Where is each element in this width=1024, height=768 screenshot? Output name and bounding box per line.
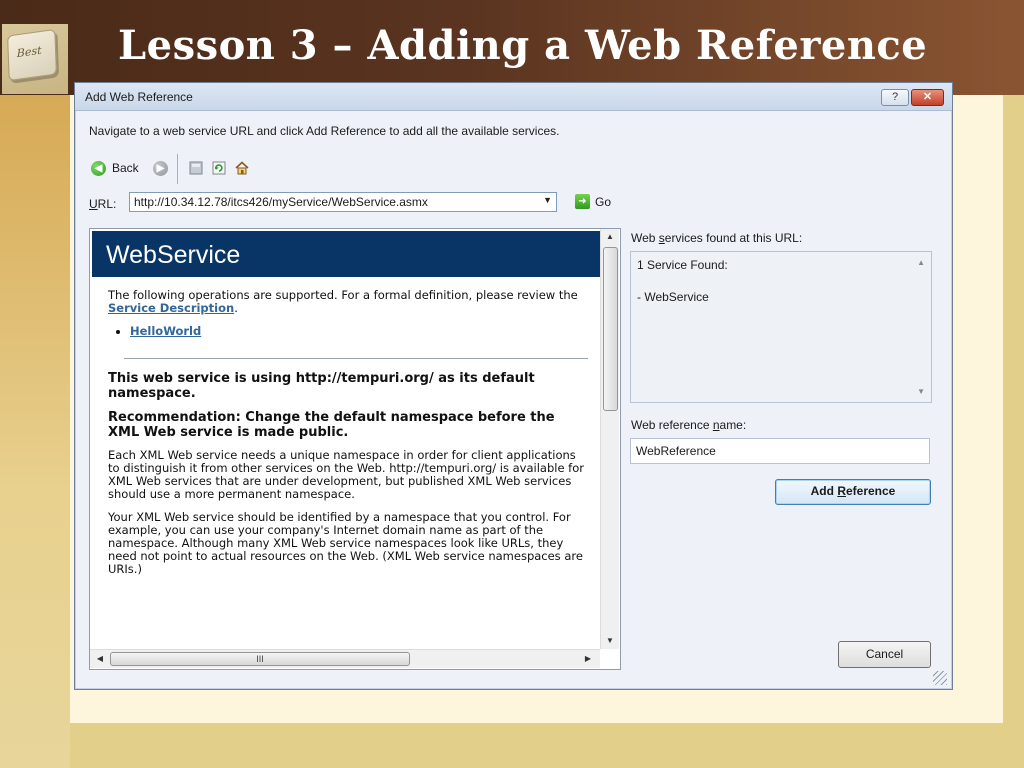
- webservice-body: The following operations are supported. …: [108, 289, 588, 586]
- url-input[interactable]: http://10.34.12.78/itcs426/myService/Web…: [129, 192, 557, 212]
- refresh-icon: [212, 161, 226, 175]
- instruction-text: Navigate to a web service URL and click …: [89, 124, 560, 138]
- add-ref-label-pre: Add: [810, 484, 838, 498]
- url-label-mnemonic: U: [89, 197, 98, 211]
- operation-link-helloworld[interactable]: HelloWorld: [130, 324, 201, 338]
- back-button[interactable]: ◀ Back: [91, 156, 139, 180]
- recommendation-heading: Recommendation: Change the default names…: [108, 410, 555, 440]
- namespace-paragraph-2: Your XML Web service should be identifie…: [108, 510, 583, 576]
- stop-icon: [189, 161, 203, 175]
- found-label-post: ervices found at this URL:: [664, 231, 803, 245]
- scroll-up-icon[interactable]: ▲: [601, 229, 619, 245]
- add-ref-label-post: eference: [845, 484, 896, 498]
- scroll-left-icon[interactable]: ◀: [92, 650, 108, 668]
- ref-label-post: ame:: [719, 418, 747, 432]
- go-label: Go: [595, 194, 612, 209]
- horizontal-scrollbar[interactable]: ◀ III ▶: [90, 649, 600, 668]
- divider: [124, 358, 588, 359]
- namespace-heading: This web service is using http://tempuri…: [108, 371, 535, 401]
- intro-text: The following operations are supported. …: [108, 288, 578, 302]
- home-icon: [235, 161, 249, 175]
- operations-list: HelloWorld: [130, 325, 586, 338]
- ref-label-pre: Web reference: [631, 418, 713, 432]
- vertical-scroll-thumb[interactable]: [603, 247, 618, 411]
- services-found-list[interactable]: 1 Service Found: - WebService ▲ ▼: [630, 251, 932, 403]
- web-browser-pane[interactable]: WebService The following operations are …: [89, 228, 621, 670]
- dialog-title-bar: Add Web Reference ? ✕: [75, 83, 952, 111]
- stop-button[interactable]: [189, 156, 203, 180]
- key-icon: Best: [7, 28, 57, 82]
- logo-text: Best: [16, 43, 42, 61]
- close-button[interactable]: ✕: [911, 89, 944, 106]
- vertical-scrollbar[interactable]: ▲ ▼: [600, 229, 619, 649]
- add-reference-button[interactable]: Add Reference: [775, 479, 931, 505]
- url-label-rest: RL:: [97, 197, 117, 211]
- go-button[interactable]: ➜ Go: [575, 194, 611, 209]
- service-count: 1 Service Found:: [637, 258, 728, 272]
- add-web-reference-dialog: Add Web Reference ? ✕ Navigate to a web …: [74, 82, 953, 690]
- dialog-title: Add Web Reference: [85, 90, 193, 104]
- forward-arrow-icon: ▶: [153, 160, 168, 176]
- webservice-title: WebService: [106, 241, 241, 269]
- refresh-button[interactable]: [212, 156, 226, 180]
- add-ref-label-mnemonic: R: [837, 484, 846, 498]
- intro-period: .: [234, 301, 238, 315]
- url-value: http://10.34.12.78/itcs426/myService/Web…: [134, 195, 428, 209]
- back-arrow-icon: ◀: [91, 160, 106, 176]
- namespace-paragraph-1: Each XML Web service needs a unique name…: [108, 448, 584, 501]
- service-item: - WebService: [637, 290, 709, 304]
- services-found-label: Web services found at this URL:: [631, 231, 802, 245]
- back-label: Back: [112, 161, 139, 175]
- toolbar-separator: [177, 154, 178, 184]
- horizontal-scroll-thumb[interactable]: III: [110, 652, 410, 666]
- help-button[interactable]: ?: [881, 89, 909, 106]
- list-scroll-down-icon[interactable]: ▼: [917, 387, 925, 396]
- forward-button[interactable]: ▶: [153, 156, 168, 180]
- scroll-right-icon[interactable]: ▶: [580, 650, 596, 668]
- slide-title: Lesson 3 – Adding a Web Reference: [118, 22, 928, 69]
- list-scroll-up-icon[interactable]: ▲: [917, 258, 925, 267]
- url-label: URL:: [89, 197, 116, 211]
- dropdown-arrow-icon[interactable]: ▼: [543, 195, 552, 205]
- operation-item: HelloWorld: [130, 325, 586, 338]
- resize-grip-icon[interactable]: [933, 671, 947, 685]
- slide-left-strip: [0, 95, 70, 768]
- home-button[interactable]: [235, 156, 249, 180]
- intro-paragraph: The following operations are supported. …: [108, 289, 586, 315]
- service-description-link[interactable]: Service Description: [108, 301, 234, 315]
- keyboard-key-logo: Best: [2, 24, 68, 94]
- scroll-down-icon[interactable]: ▼: [601, 633, 619, 649]
- cancel-button[interactable]: Cancel: [838, 641, 931, 668]
- go-arrow-icon: ➜: [575, 194, 590, 209]
- found-label-pre: Web: [631, 231, 659, 245]
- reference-name-label: Web reference name:: [631, 418, 746, 432]
- ref-label-mnemonic: n: [712, 418, 720, 432]
- reference-name-input[interactable]: WebReference: [630, 438, 930, 464]
- webservice-header: WebService: [92, 231, 600, 277]
